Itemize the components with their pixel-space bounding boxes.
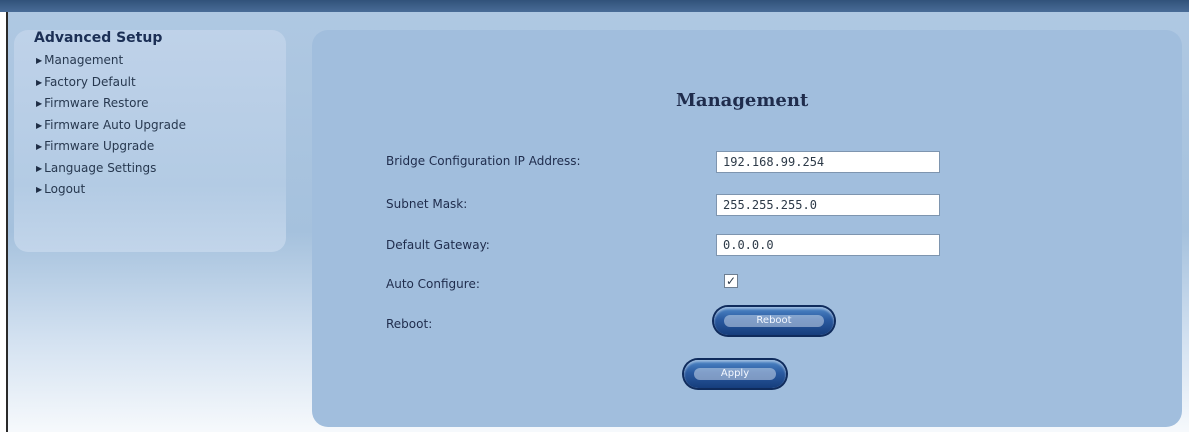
sidebar-title: Advanced Setup (34, 30, 163, 46)
apply-button-label: Apply (694, 368, 776, 380)
sidebar-item-factory-default[interactable]: ▶ Factory Default (36, 72, 186, 94)
bridge-ip-input[interactable]: 192.168.99.254 (716, 151, 940, 173)
sidebar-item-label: Firmware Upgrade (44, 139, 155, 153)
triangle-right-icon: ▶ (36, 163, 43, 173)
sidebar-item-label: Factory Default (44, 74, 136, 89)
triangle-right-icon: ▶ (36, 56, 43, 65)
subnet-mask-label: Subnet Mask: (386, 197, 468, 211)
sidebar-item-label: Management (44, 53, 124, 67)
default-gateway-label: Default Gateway: (386, 238, 490, 252)
triangle-right-icon: ▶ (36, 185, 43, 194)
sidebar-item-firmware-restore[interactable]: ▶ Firmware Restore (36, 93, 186, 115)
sidebar-menu: ▶ Management ▶ Factory Default ▶ Firmware R… (36, 50, 186, 201)
bridge-ip-label: Bridge Configuration IP Address: (386, 154, 581, 168)
sidebar-item-management[interactable]: ▶ Management (36, 50, 186, 72)
page-title: Management (676, 90, 809, 111)
sidebar-item-logout[interactable]: ▶ Logout (36, 179, 186, 201)
sidebar-item-label: Logout (44, 182, 86, 196)
sidebar-item-label: Firmware Auto Upgrade (44, 117, 186, 132)
apply-button[interactable]: Apply (684, 360, 786, 388)
auto-configure-label: Auto Configure: (386, 277, 480, 291)
check-icon: ✓ (725, 274, 737, 288)
default-gateway-input[interactable]: 0.0.0.0 (716, 234, 940, 256)
reboot-button-label: Reboot (724, 315, 824, 327)
top-bar (0, 0, 1189, 12)
reboot-label: Reboot: (386, 317, 433, 331)
subnet-mask-input[interactable]: 255.255.255.0 (716, 194, 940, 216)
reboot-button[interactable]: Reboot (714, 307, 834, 335)
sidebar-item-firmware-auto-upgrade[interactable]: ▶ Firmware Auto Upgrade (36, 115, 186, 137)
triangle-right-icon: ▶ (36, 77, 43, 87)
sidebar-item-label: Language Settings (44, 160, 157, 175)
sidebar-item-language-settings[interactable]: ▶ Language Settings (36, 158, 186, 180)
sidebar-item-label: Firmware Restore (44, 96, 149, 110)
triangle-right-icon: ▶ (36, 99, 43, 108)
triangle-right-icon: ▶ (36, 120, 43, 130)
sidebar-item-firmware-upgrade[interactable]: ▶ Firmware Upgrade (36, 136, 186, 158)
triangle-right-icon: ▶ (36, 142, 43, 151)
auto-configure-checkbox[interactable]: ✓ (724, 274, 738, 288)
